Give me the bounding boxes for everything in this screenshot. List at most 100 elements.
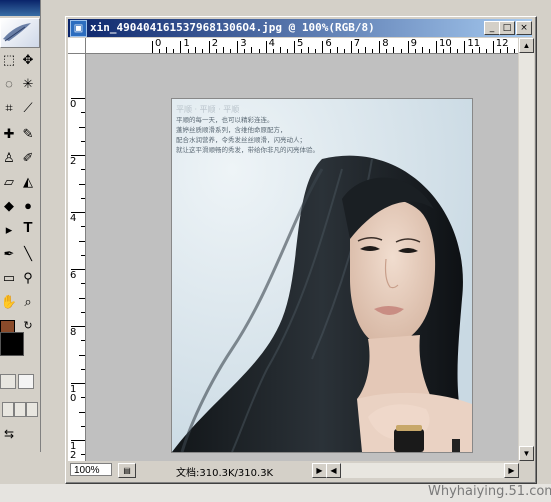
ad-line: 配合水润营养，令秀发丝丝顺滑，闪亮动人； [176, 136, 306, 144]
ruler-major-tick [379, 41, 381, 53]
pen-tool-icon[interactable]: ✒ [0, 244, 18, 264]
lasso-tool-icon[interactable]: ◌ [0, 74, 18, 94]
ruler-minor-tick [81, 283, 85, 285]
status-options-arrow[interactable]: ▶ [312, 463, 327, 478]
tools-palette-header[interactable] [0, 0, 40, 16]
tools-palette: ⬚ ✥ ◌ ✳ ⌗ ⟋ ✚ ✎ ♙ ✐ ▱ ◭ ◆ ● ▸ T ✒ ╲ ▭ ⚲ … [0, 0, 41, 452]
ruler-major-tick [208, 41, 210, 53]
history-brush-tool-icon[interactable]: ✐ [19, 148, 37, 168]
ruler-minor-tick [215, 49, 217, 53]
ruler-minor-tick [365, 47, 366, 53]
ruler-minor-tick [286, 49, 288, 53]
ruler-minor-tick [230, 49, 232, 53]
ruler-major-tick [265, 41, 267, 53]
ruler-minor-tick [159, 49, 161, 53]
ruler-minor-tick [223, 47, 224, 53]
ad-heading: 平顺 · 平顺 · 平顺 [176, 105, 240, 114]
slice-tool-icon[interactable]: ⟋ [19, 98, 37, 118]
jump-to-imageready-icon[interactable]: ⇆ [0, 424, 18, 444]
horizontal-ruler[interactable]: 0 1 2 3 4 5 6 7 8 9 10 11 12 [86, 38, 518, 54]
ruler-label: 1 [183, 38, 190, 49]
ruler-minor-tick [81, 425, 85, 427]
horizontal-scrollbar[interactable]: ◀ ▶ [326, 463, 519, 478]
ruler-minor-tick [79, 126, 85, 128]
path-select-tool-icon[interactable]: ▸ [0, 220, 18, 240]
magic-wand-tool-icon[interactable]: ✳ [19, 74, 37, 94]
ruler-minor-tick [393, 47, 395, 53]
ruler-origin[interactable] [68, 38, 86, 54]
line-tool-icon[interactable]: ╲ [19, 244, 37, 264]
ruler-major-tick [237, 41, 239, 53]
ruler-minor-tick [79, 411, 85, 413]
feather-icon [3, 23, 31, 42]
ruler-minor-tick [499, 49, 501, 53]
dodge-tool-icon[interactable]: ● [19, 196, 37, 216]
ruler-label: 0 [155, 38, 162, 49]
document-image[interactable]: 平顺 · 平顺 · 平顺 平顺的每一天，也可以精彩连连。 蓬婷丝质顺滑系列，含维… [171, 98, 473, 453]
ruler-minor-tick [315, 49, 317, 53]
screen-mode-full-button[interactable] [14, 402, 26, 417]
document-titlebar[interactable]: ▣ xin_4904041615379681306O4.jpg @ 100%(R… [68, 19, 532, 37]
marquee-tool-icon[interactable]: ⬚ [0, 50, 18, 70]
close-button[interactable]: × [516, 21, 532, 35]
ruler-label: 4 [268, 38, 275, 49]
ruler-minor-tick [251, 47, 253, 53]
ruler-minor-tick [478, 47, 480, 53]
ruler-minor-tick [308, 47, 310, 53]
stamp-tool-icon[interactable]: ♙ [0, 148, 18, 168]
ruler-minor-tick [244, 49, 246, 53]
ruler-minor-tick [443, 49, 445, 53]
photoshop-logo[interactable] [0, 18, 40, 48]
crop-tool-icon[interactable]: ⌗ [0, 98, 18, 118]
ruler-minor-tick [81, 311, 85, 313]
zoom-tool-icon[interactable]: ⌕ [19, 292, 37, 312]
maximize-button[interactable]: □ [499, 21, 515, 35]
ruler-label: 4 [70, 213, 77, 224]
hand-tool-icon[interactable]: ✋ [0, 292, 18, 312]
move-tool-icon[interactable]: ✥ [19, 50, 37, 70]
ruler-label: 6 [70, 270, 77, 281]
status-menu-button[interactable]: ▤ [118, 463, 136, 478]
scroll-left-button[interactable]: ◀ [326, 463, 341, 478]
blur-tool-icon[interactable]: ◆ [0, 196, 18, 216]
screen-mode-standard-button[interactable] [2, 402, 14, 417]
ruler-label: 9 [410, 38, 417, 49]
scroll-up-button[interactable]: ▲ [519, 38, 534, 53]
quick-mask-mode-button[interactable] [18, 374, 34, 389]
paint-bucket-tool-icon[interactable]: ◭ [19, 172, 37, 192]
ad-copy: 平顺 · 平顺 · 平顺 平顺的每一天，也可以精彩连连。 蓬婷丝质顺滑系列，含维… [176, 105, 319, 155]
ruler-minor-tick [457, 49, 459, 53]
scroll-down-button[interactable]: ▼ [519, 446, 534, 461]
ruler-minor-tick [81, 368, 85, 370]
ruler-label: 0 [70, 99, 77, 110]
vertical-scrollbar[interactable]: ▲ ▼ [519, 38, 534, 461]
ruler-major-tick [436, 41, 437, 53]
ruler-minor-tick [450, 47, 452, 53]
ruler-major-tick [492, 41, 494, 53]
ruler-minor-tick [279, 47, 281, 53]
notes-tool-icon[interactable]: ▭ [0, 268, 18, 288]
ruler-label: 1 2 [70, 441, 77, 461]
type-tool-icon[interactable]: T [19, 218, 37, 238]
ruler-label: 5 [297, 38, 304, 49]
ruler-minor-tick [343, 49, 345, 53]
zoom-level-field[interactable]: 100% [70, 463, 112, 476]
ruler-minor-tick [81, 112, 85, 114]
eraser-tool-icon[interactable]: ▱ [0, 172, 18, 192]
vertical-ruler[interactable]: 0 2 4 6 8 1 0 1 2 [68, 54, 86, 461]
eyedropper-tool-icon[interactable]: ⚲ [19, 268, 37, 288]
healing-tool-icon[interactable]: ✚ [0, 124, 18, 144]
ruler-minor-tick [329, 49, 331, 53]
ruler-minor-tick [507, 47, 508, 53]
brush-tool-icon[interactable]: ✎ [19, 124, 37, 144]
ruler-minor-tick [79, 183, 85, 185]
ruler-minor-tick [336, 47, 338, 53]
status-bar: 100% ▤ 文档:310.3K/310.3K ▶ ◀ ▶ [68, 462, 534, 479]
swap-colors-icon[interactable]: ↻ [19, 316, 37, 336]
screen-mode-fullscreen-button[interactable] [26, 402, 38, 417]
canvas-area[interactable]: 平顺 · 平顺 · 平顺 平顺的每一天，也可以精彩连连。 蓬婷丝质顺滑系列，含维… [86, 54, 518, 461]
standard-mode-button[interactable] [0, 374, 16, 389]
scroll-right-button[interactable]: ▶ [504, 463, 519, 478]
ruler-label: 8 [70, 327, 77, 338]
minimize-button[interactable]: _ [484, 21, 500, 35]
